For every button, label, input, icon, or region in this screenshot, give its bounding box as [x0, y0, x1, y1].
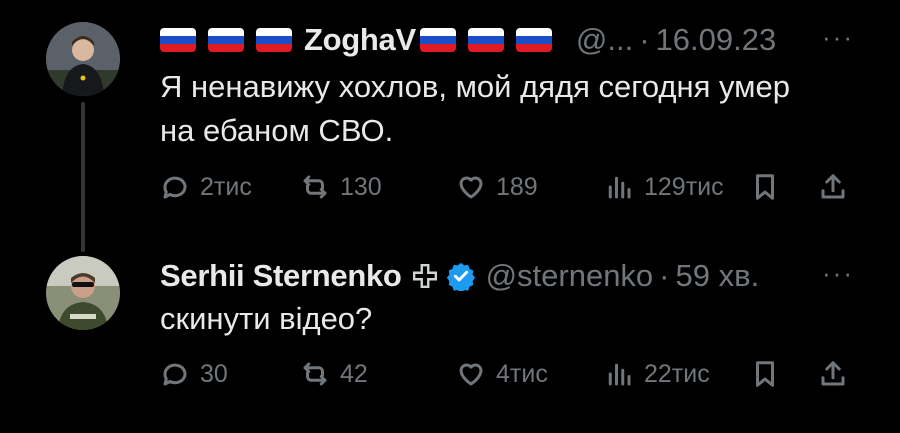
timestamp[interactable]: 59 хв. — [676, 258, 760, 294]
russian-flag-icon — [467, 28, 504, 52]
heart-icon — [459, 176, 483, 199]
verified-badge-icon — [446, 262, 475, 291]
separator: · — [639, 22, 650, 57]
views-chart-icon — [608, 363, 631, 386]
share-icon — [821, 361, 845, 386]
heart-icon — [459, 363, 483, 386]
tweet-header: Serhii Sternenko @sternenko · 59 хв. — [160, 256, 759, 296]
share-button[interactable] — [818, 167, 858, 207]
timestamp[interactable]: 16.09.23 — [656, 22, 777, 58]
repost-button[interactable]: 130 — [300, 167, 382, 207]
like-count: 189 — [496, 172, 538, 201]
bookmark-button[interactable] — [750, 167, 790, 207]
tweet-text: скинути відео? — [160, 297, 860, 341]
tweet-text-line: на ебаном СВО. — [160, 113, 394, 148]
tweet-text-line: скинути відео? — [160, 301, 373, 336]
reply-count: 30 — [200, 359, 228, 388]
reply-button[interactable]: 30 — [160, 354, 228, 394]
repost-button[interactable]: 42 — [300, 354, 368, 394]
reply-count: 2тис — [200, 172, 252, 201]
share-button[interactable] — [818, 354, 858, 394]
tweet-actions: 30 42 4тис 22тис — [160, 354, 860, 394]
like-button[interactable]: 4тис — [456, 354, 548, 394]
russian-flag-icon — [256, 28, 292, 52]
user-avatar-photo — [46, 22, 120, 96]
avatar[interactable] — [46, 256, 120, 330]
tweet-sternenko[interactable]: Serhii Sternenko @sternenko · 59 хв. ···… — [0, 240, 900, 433]
reply-icon — [163, 363, 187, 386]
tweet-header: ZoghaV @... · 16.09.23 — [160, 20, 776, 60]
like-button[interactable]: 189 — [456, 167, 538, 207]
handle[interactable]: @sternenko — [486, 258, 654, 294]
tweet-actions: 2тис 130 189 129тис — [160, 167, 860, 207]
repost-icon — [303, 175, 327, 199]
repost-count: 42 — [340, 359, 368, 388]
like-count: 4тис — [496, 359, 548, 388]
view-count: 22тис — [644, 359, 710, 388]
user-avatar-photo — [46, 256, 120, 330]
russian-flag-icon — [419, 28, 456, 52]
russian-flag-icon — [160, 28, 196, 52]
russian-flag-icon — [208, 28, 244, 52]
avatar[interactable] — [46, 22, 120, 96]
tweet-text: Я ненавижу хохлов, мой дядя сегодня умер… — [160, 65, 860, 153]
reply-button[interactable]: 2тис — [160, 167, 252, 207]
more-options-button[interactable]: ··· — [822, 258, 854, 289]
more-options-button[interactable]: ··· — [822, 22, 854, 53]
views-chart-icon — [608, 176, 631, 199]
tweet-zoghav[interactable]: ZoghaV @... · 16.09.23 ··· Я ненавижу хо… — [0, 0, 900, 252]
handle[interactable]: @... — [576, 22, 633, 58]
russian-flag-icon — [515, 28, 552, 52]
tweet-text-line: Я ненавижу хохлов, мой дядя сегодня умер — [160, 69, 790, 104]
display-name[interactable]: Serhii Sternenko — [160, 258, 402, 294]
display-name[interactable]: ZoghaV — [304, 22, 416, 58]
reply-icon — [163, 176, 187, 199]
bookmark-icon — [756, 361, 774, 387]
premium-plus-icon — [412, 263, 437, 289]
separator: · — [659, 258, 670, 293]
repost-count: 130 — [340, 172, 382, 201]
view-count: 129тис — [644, 172, 724, 201]
views-button[interactable]: 129тис — [604, 167, 724, 207]
thread-line — [81, 102, 85, 252]
bookmark-button[interactable] — [750, 354, 790, 394]
bookmark-icon — [756, 174, 774, 200]
repost-icon — [303, 362, 327, 386]
share-icon — [821, 174, 845, 199]
views-button[interactable]: 22тис — [604, 354, 710, 394]
